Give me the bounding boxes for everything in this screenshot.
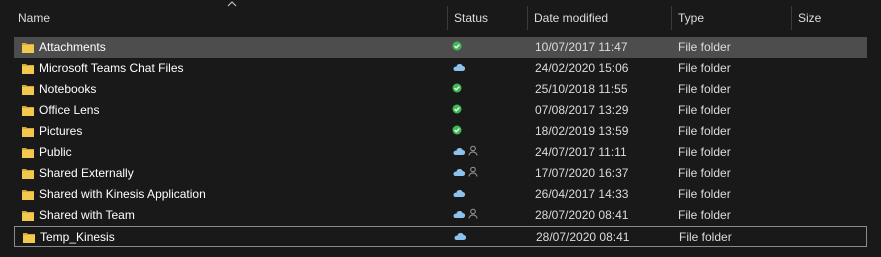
sync-status (452, 40, 462, 54)
date-modified: 28/07/2020 08:41 (535, 208, 629, 222)
sync-status (453, 230, 466, 244)
sync-status (452, 208, 478, 222)
synced-check-icon (452, 41, 462, 51)
sync-status (452, 187, 465, 201)
cloud-icon (454, 233, 466, 241)
file-type: File folder (678, 145, 731, 159)
cloud-icon (453, 211, 465, 219)
folder-icon (22, 64, 34, 74)
list-item[interactable]: Microsoft Teams Chat Files 24/02/2020 15:… (14, 58, 867, 79)
synced-check-icon (452, 104, 462, 114)
file-type: File folder (678, 124, 731, 138)
file-name: Attachments (39, 40, 106, 54)
list-item[interactable]: Office Lens 07/08/2017 13:29 File folder (14, 100, 867, 121)
file-type: File folder (679, 230, 732, 244)
date-modified: 24/02/2020 15:06 (535, 61, 629, 75)
file-name: Shared with Kinesis Application (39, 187, 206, 201)
folder-icon (22, 211, 34, 221)
list-item[interactable]: Pictures 18/02/2019 13:59 File folder (14, 121, 867, 142)
sync-status (452, 82, 462, 96)
folder-icon (22, 169, 34, 179)
folder-icon (22, 85, 34, 95)
folder-icon (23, 233, 35, 243)
folder-icon (22, 43, 34, 53)
file-name: Shared Externally (39, 166, 134, 180)
date-modified: 18/02/2019 13:59 (535, 124, 629, 138)
column-header-type[interactable]: Type (671, 6, 791, 30)
file-name: Notebooks (39, 82, 97, 96)
list-item[interactable]: Shared with Team 28/07/2020 08:41 File fol… (14, 205, 867, 226)
date-modified: 26/04/2017 14:33 (535, 187, 629, 201)
folder-icon (22, 190, 34, 200)
list-item[interactable]: Temp_Kinesis 28/07/2020 08:41 File folder (14, 226, 867, 247)
list-item[interactable]: Shared Externally 17/07/2020 16:37 File fo… (14, 163, 867, 184)
date-modified: 28/07/2020 08:41 (536, 230, 630, 244)
column-header-name[interactable]: Name (0, 6, 447, 30)
date-modified: 17/07/2020 16:37 (535, 166, 629, 180)
shared-person-icon (468, 145, 478, 156)
sync-status (452, 103, 462, 117)
cloud-icon (453, 148, 465, 156)
sync-status (452, 145, 478, 159)
column-header-date-modified[interactable]: Date modified (527, 6, 671, 30)
sync-status (452, 61, 465, 75)
file-type: File folder (678, 82, 731, 96)
file-name: Office Lens (39, 103, 100, 117)
file-name: Public (39, 145, 72, 159)
date-modified: 10/07/2017 11:47 (535, 40, 628, 54)
folder-icon (22, 127, 34, 137)
list-item[interactable]: Public 24/07/2017 11:11 File folder (14, 142, 867, 163)
date-modified: 25/10/2018 11:55 (535, 82, 628, 96)
sync-status (452, 166, 478, 180)
file-name: Microsoft Teams Chat Files (39, 61, 184, 75)
file-type: File folder (678, 103, 731, 117)
synced-check-icon (452, 125, 462, 135)
date-modified: 07/08/2017 13:29 (535, 103, 629, 117)
shared-person-icon (468, 166, 478, 177)
file-type: File folder (678, 187, 731, 201)
folder-icon (22, 106, 34, 116)
file-name: Temp_Kinesis (40, 230, 115, 244)
synced-check-icon (452, 83, 462, 93)
folder-icon (22, 148, 34, 158)
cloud-icon (453, 64, 465, 72)
file-type: File folder (678, 40, 731, 54)
list-item[interactable]: Notebooks 25/10/2018 11:55 File folder (14, 79, 867, 100)
column-header-bar: Name Status Date modified Type Size (0, 0, 881, 36)
sync-status (452, 124, 462, 138)
file-type: File folder (678, 61, 731, 75)
file-name: Pictures (39, 124, 83, 138)
file-name: Shared with Team (39, 208, 135, 222)
file-type: File folder (678, 208, 731, 222)
list-item[interactable]: Shared with Kinesis Application 26/04/201… (14, 184, 867, 205)
cloud-icon (453, 190, 465, 198)
column-header-status[interactable]: Status (447, 6, 527, 30)
date-modified: 24/07/2017 11:11 (535, 145, 627, 159)
list-item[interactable]: Attachments 10/07/2017 11:47 File folder (14, 37, 867, 58)
column-header-size[interactable]: Size (791, 6, 881, 30)
file-type: File folder (678, 166, 731, 180)
cloud-icon (453, 169, 465, 177)
shared-person-icon (468, 208, 478, 219)
